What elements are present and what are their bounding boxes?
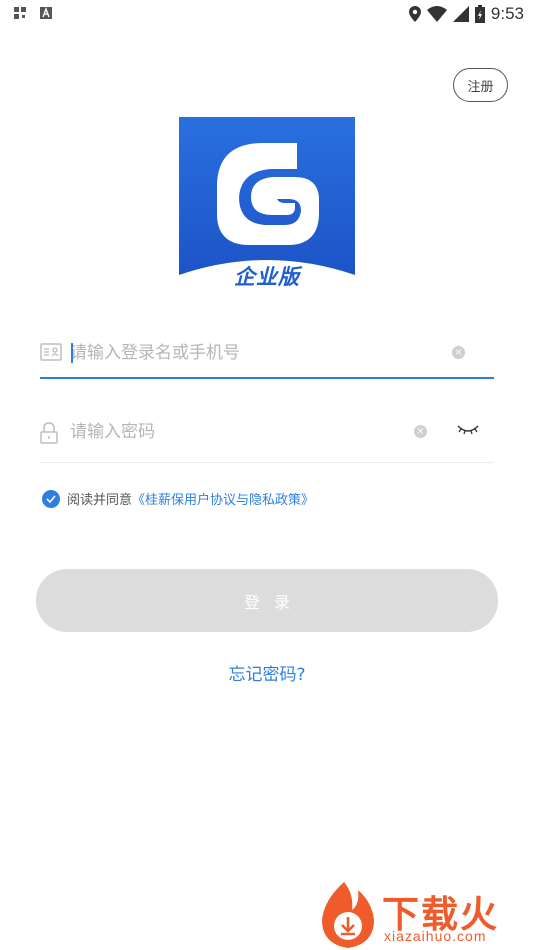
status-bar: 9:53 [0,0,534,28]
register-button[interactable]: 注册 [453,68,508,102]
check-icon [46,494,56,503]
password-field-row: × [40,408,494,463]
username-input[interactable] [70,337,430,369]
forgot-password-link[interactable]: 忘记密码? [0,660,534,685]
location-icon [408,6,421,22]
login-button[interactable]: 登录 [36,569,498,632]
eye-closed-icon[interactable] [456,422,480,438]
agreement-checkbox[interactable] [42,489,60,508]
wifi-icon [426,6,447,22]
qr-scan-icon [14,7,26,19]
agreement-link[interactable]: 《桂薪保用户协议与隐私政策》 [132,489,314,508]
keyboard-a-icon [40,7,52,19]
watermark-domain: xiazaihuo.com [384,928,487,944]
app-logo: 企业版 [179,117,355,289]
lock-icon [40,422,58,444]
username-field-row: × [40,329,494,379]
text-caret [71,343,73,363]
clear-username-icon[interactable]: × [452,346,465,359]
clock: 9:53 [490,4,524,23]
flame-logo-icon [322,882,374,948]
clear-password-icon[interactable]: × [414,425,427,438]
id-card-icon [40,343,62,361]
signal-icon [452,6,469,22]
agreement-row: 阅读并同意 《桂薪保用户协议与隐私政策》 [42,489,314,508]
battery-charging-icon [474,5,485,23]
logo-label: 企业版 [234,265,300,289]
password-input[interactable] [70,416,430,448]
watermark-logo: 下载火 xiazaihuo.com [314,880,534,950]
agreement-text: 阅读并同意 [67,493,133,508]
